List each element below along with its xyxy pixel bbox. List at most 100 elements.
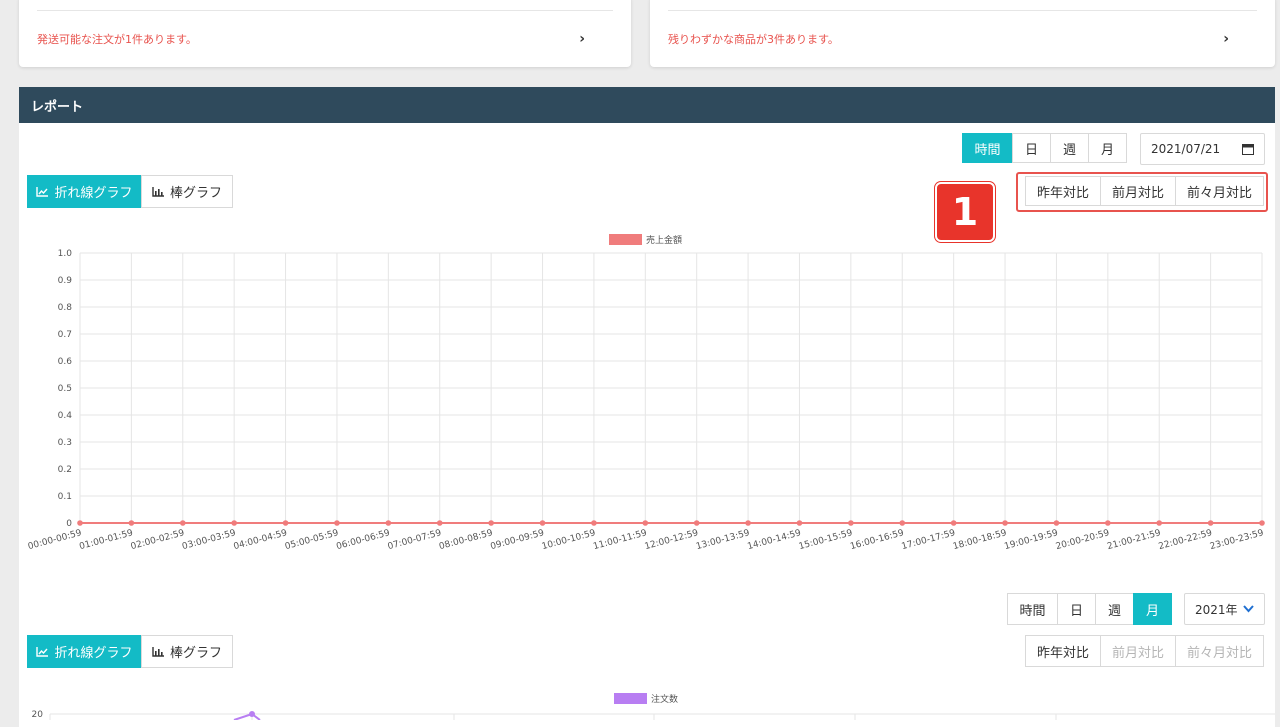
compare-two-months-button-2[interactable]: 前々月対比 bbox=[1175, 635, 1264, 667]
y-tick-label: 1.0 bbox=[58, 249, 73, 259]
x-tick-label: 06:00-06:59 bbox=[335, 528, 391, 552]
sales-data-point bbox=[128, 520, 135, 526]
x-tick-label: 21:00-21:59 bbox=[1106, 528, 1162, 552]
sales-data-point bbox=[1053, 520, 1060, 526]
line-chart-label: 折れ線グラフ bbox=[54, 186, 133, 201]
sales-data-point bbox=[848, 520, 854, 526]
x-tick-label: 08:00-08:59 bbox=[438, 528, 494, 552]
period-day-button-2[interactable]: 日 bbox=[1057, 593, 1096, 625]
sales-data-point bbox=[1002, 520, 1008, 526]
sales-data-point bbox=[179, 520, 186, 526]
legend-swatch bbox=[609, 234, 642, 245]
sales-data-point bbox=[488, 520, 494, 526]
chevron-down-icon bbox=[1243, 605, 1254, 613]
x-tick-label: 10:00-10:59 bbox=[541, 528, 597, 552]
sales-data-point bbox=[1156, 520, 1163, 526]
x-tick-label: 17:00-17:59 bbox=[901, 528, 957, 552]
x-tick-label: 16:00-16:59 bbox=[849, 528, 905, 552]
compare-toggle-2: 昨年対比 前月対比 前々月対比 bbox=[1025, 635, 1264, 667]
sales-data-point bbox=[334, 520, 340, 526]
chevron-right-icon[interactable]: › bbox=[579, 31, 585, 47]
x-tick-label: 07:00-07:59 bbox=[387, 528, 443, 552]
shippable-orders-notice[interactable]: 発送可能な注文が1件あります。 › bbox=[37, 10, 613, 67]
bar-chart-button[interactable]: 棒グラフ bbox=[141, 175, 233, 208]
line-chart-button-2[interactable]: 折れ線グラフ bbox=[27, 635, 142, 668]
y-tick-label: 0.3 bbox=[58, 438, 72, 448]
line-chart-icon bbox=[36, 646, 49, 657]
bar-chart-label: 棒グラフ bbox=[169, 186, 222, 201]
period-week-button-2[interactable]: 週 bbox=[1095, 593, 1134, 625]
sales-data-point bbox=[436, 520, 443, 526]
period-toggle-2: 時間 日 週 月 bbox=[1007, 593, 1172, 625]
period-hour-button-2[interactable]: 時間 bbox=[1007, 593, 1058, 625]
date-field[interactable]: 2021/07/21 bbox=[1140, 133, 1265, 165]
x-tick-label: 01:00-01:59 bbox=[78, 528, 134, 552]
line-chart-icon bbox=[36, 186, 49, 197]
sales-data-point bbox=[539, 520, 546, 526]
sales-data-point bbox=[745, 520, 751, 526]
sales-data-point bbox=[796, 520, 803, 526]
year-select[interactable]: 2021年 bbox=[1184, 593, 1265, 625]
sales-data-point bbox=[642, 520, 649, 526]
chart-legend: 売上金額 bbox=[609, 234, 682, 246]
chevron-right-icon[interactable]: › bbox=[1223, 31, 1229, 47]
chart-type-toggle-2: 折れ線グラフ 棒グラフ bbox=[27, 635, 233, 668]
x-tick-label: 00:00-00:59 bbox=[27, 528, 83, 552]
x-tick-label: 04:00-04:59 bbox=[233, 528, 289, 552]
legend-label-2: 注文数 bbox=[651, 693, 678, 705]
x-tick-label: 03:00-03:59 bbox=[181, 528, 237, 552]
sales-data-point bbox=[385, 520, 392, 526]
compare-last-year-button-2[interactable]: 昨年対比 bbox=[1025, 635, 1101, 667]
sales-data-point bbox=[591, 520, 597, 526]
calendar-icon[interactable] bbox=[1242, 143, 1254, 155]
x-tick-label: 09:00-09:59 bbox=[489, 528, 545, 552]
sales-data-point bbox=[1105, 520, 1111, 526]
low-stock-notice[interactable]: 残りわずかな商品が3件あります。 › bbox=[668, 10, 1257, 67]
compare-last-month-button-2[interactable]: 前月対比 bbox=[1100, 635, 1176, 667]
shippable-orders-card[interactable]: 発送可能な注文が1件あります。 › bbox=[19, 0, 631, 67]
low-stock-card[interactable]: 残りわずかな商品が3件あります。 › bbox=[650, 0, 1275, 67]
x-tick-label: 18:00-18:59 bbox=[952, 528, 1008, 552]
highlight-frame bbox=[1016, 172, 1268, 212]
y-tick-label: 0.1 bbox=[58, 492, 72, 502]
date-value: 2021/07/21 bbox=[1151, 142, 1221, 156]
bar-chart-button-2[interactable]: 棒グラフ bbox=[141, 635, 233, 668]
x-tick-label: 14:00-14:59 bbox=[746, 528, 802, 552]
y-tick-label: 0.8 bbox=[58, 303, 73, 313]
orders-series-line bbox=[233, 712, 261, 720]
legend-label: 売上金額 bbox=[646, 234, 682, 246]
sales-data-point bbox=[950, 520, 957, 526]
x-tick-label: 15:00-15:59 bbox=[798, 528, 854, 552]
sales-chart: 売上金額 1.0 0.9 0.8 0.7 0.6 0.5 0.4 0.3 0.2 0.1 0 00:… bbox=[27, 234, 1265, 552]
y-tick-label: 0.5 bbox=[58, 384, 72, 394]
y-tick-label: 0 bbox=[66, 519, 72, 529]
period-week-button[interactable]: 週 bbox=[1050, 133, 1089, 163]
year-value: 2021年 bbox=[1195, 602, 1238, 617]
orders-data-point bbox=[249, 711, 255, 717]
x-tick-label: 19:00-19:59 bbox=[1003, 528, 1059, 552]
orders-chart: 注文数 20 bbox=[32, 693, 1275, 720]
line-chart-label-2: 折れ線グラフ bbox=[54, 646, 133, 661]
period-hour-button[interactable]: 時間 bbox=[962, 133, 1013, 163]
period-month-button[interactable]: 月 bbox=[1088, 133, 1127, 163]
x-tick-label: 05:00-05:59 bbox=[284, 528, 340, 552]
period-month-button-2[interactable]: 月 bbox=[1133, 593, 1172, 625]
bar-chart-icon bbox=[152, 646, 164, 657]
y-tick-label: 0.4 bbox=[58, 411, 73, 421]
line-chart-button[interactable]: 折れ線グラフ bbox=[27, 175, 142, 208]
x-tick-label: 02:00-02:59 bbox=[130, 528, 186, 552]
sales-data-point bbox=[282, 520, 289, 526]
x-tick-label: 11:00-11:59 bbox=[592, 528, 648, 552]
legend-swatch-2 bbox=[614, 693, 647, 704]
bar-chart-icon bbox=[152, 186, 164, 197]
bar-chart-label-2: 棒グラフ bbox=[169, 646, 222, 661]
chart-type-toggle: 折れ線グラフ 棒グラフ bbox=[27, 175, 233, 208]
sales-data-point bbox=[231, 520, 237, 526]
sales-data-point bbox=[693, 520, 700, 526]
period-day-button[interactable]: 日 bbox=[1012, 133, 1051, 163]
y-tick-label: 0.9 bbox=[58, 276, 73, 286]
low-stock-text: 残りわずかな商品が3件あります。 bbox=[668, 33, 839, 46]
x-tick-label: 22:00-22:59 bbox=[1158, 528, 1214, 552]
y-tick-label: 0.2 bbox=[58, 465, 72, 475]
y-tick-label: 0.7 bbox=[58, 330, 72, 340]
